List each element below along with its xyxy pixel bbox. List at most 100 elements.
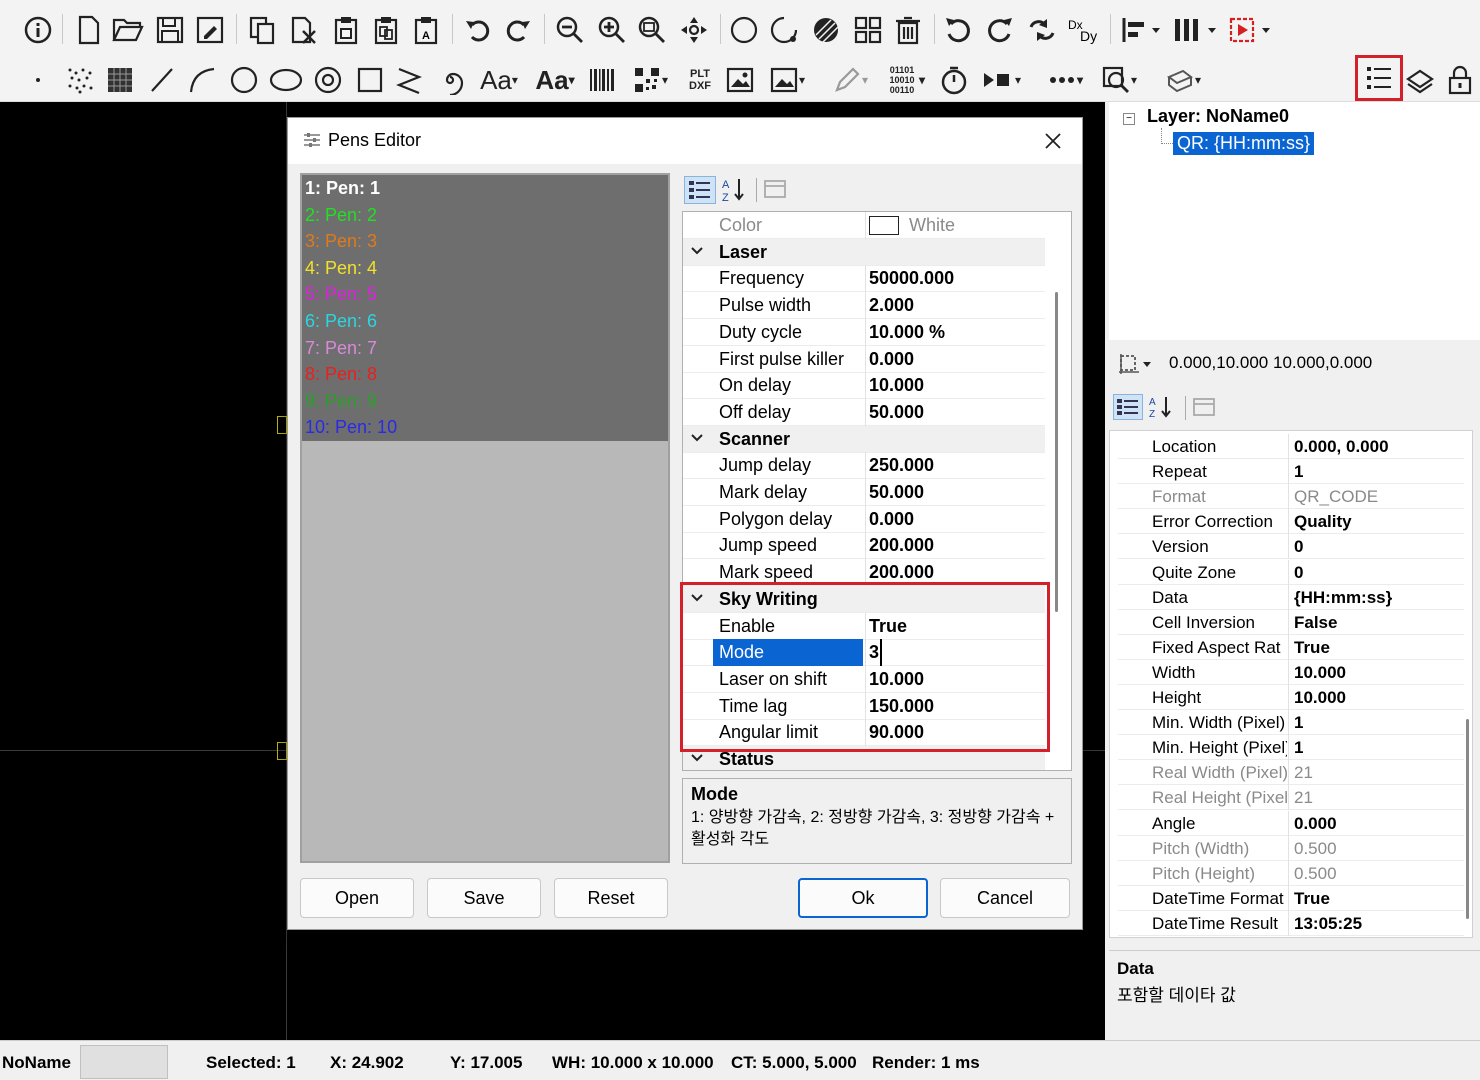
mode-value-input[interactable]: 3 — [869, 639, 883, 667]
hatch-icon[interactable] — [808, 12, 844, 48]
close-icon[interactable] — [1038, 126, 1068, 156]
property-row[interactable]: Mode 3 — [683, 639, 1045, 667]
entity-property-row[interactable]: Fixed Aspect Rat True — [1118, 634, 1464, 660]
new-file-icon[interactable] — [72, 12, 106, 48]
property-pages-icon[interactable] — [1191, 396, 1219, 420]
circle-icon[interactable] — [726, 12, 762, 48]
collapse-chevron-icon[interactable] — [689, 430, 705, 446]
collapse-chevron-icon[interactable] — [689, 750, 705, 766]
entity-property-row[interactable]: Cell Inversion False — [1118, 609, 1464, 635]
pan-icon[interactable] — [676, 12, 712, 48]
collapse-icon[interactable]: − — [1123, 113, 1135, 125]
pen-list-item[interactable]: 2: Pen: 2 — [305, 202, 377, 229]
pen-list[interactable]: 1: Pen: 1 2: Pen: 2 3: Pen: 3 4: Pen: 4 5: P… — [300, 173, 670, 863]
property-row[interactable]: Polygon delay 0.000 — [683, 505, 1045, 533]
binary-text-icon[interactable]: 01101 10010 00110 ▾ — [880, 62, 930, 98]
selection-handle[interactable] — [277, 416, 287, 434]
pen-list-item[interactable]: 5: Pen: 5 — [305, 281, 377, 308]
qr-entity-node[interactable]: QR: {HH:mm:ss} — [1173, 132, 1315, 155]
donut-icon[interactable] — [310, 62, 346, 98]
pen-list-item[interactable]: 10: Pen: 10 — [305, 414, 397, 441]
dxdy-icon[interactable]: Dx Dy — [1064, 12, 1104, 48]
property-category[interactable]: Status — [683, 746, 1045, 770]
property-row[interactable]: Mark speed 200.000 — [683, 559, 1045, 587]
rotate-cw-icon[interactable] — [982, 12, 1018, 48]
entity-property-row[interactable]: Pitch (Height) 0.500 — [1118, 860, 1464, 886]
selection-handle[interactable] — [277, 742, 287, 760]
pen-list-item[interactable]: 4: Pen: 4 — [305, 255, 377, 282]
zoom-window-icon[interactable] — [634, 12, 670, 48]
property-pages-icon[interactable] — [762, 178, 790, 202]
entity-property-row[interactable]: Error Correction Quality — [1118, 509, 1464, 535]
pen-list-item[interactable]: 6: Pen: 6 — [305, 308, 377, 335]
cancel-button[interactable]: Cancel — [940, 878, 1070, 918]
property-row[interactable]: Color White — [683, 212, 1045, 239]
image-options-icon[interactable]: ▾ — [762, 62, 812, 98]
mirror-icon[interactable] — [1022, 12, 1062, 48]
property-row[interactable]: Enable True — [683, 612, 1045, 640]
point-icon[interactable] — [28, 62, 48, 98]
timer-icon[interactable] — [936, 62, 972, 98]
alphabetical-view-icon[interactable]: AZ — [1147, 394, 1177, 420]
property-row[interactable]: Mark delay 50.000 — [683, 479, 1045, 506]
image-icon[interactable] — [722, 62, 758, 98]
polyline-icon[interactable] — [392, 62, 428, 98]
property-row[interactable]: On delay 10.000 — [683, 372, 1045, 400]
pen-list-item[interactable]: 1: Pen: 1 — [305, 175, 380, 202]
dots-pattern-icon[interactable] — [62, 62, 98, 98]
rotate-ccw-icon[interactable] — [940, 12, 976, 48]
pen-list-item[interactable]: 8: Pen: 8 — [305, 361, 377, 388]
entity-property-row[interactable]: Quite Zone 0 — [1118, 559, 1464, 585]
collapse-chevron-icon[interactable] — [689, 590, 705, 606]
distribute-icon[interactable] — [1170, 12, 1220, 48]
cut-icon[interactable] — [286, 12, 322, 48]
text-tool-icon[interactable]: Aa ▾ — [474, 62, 524, 98]
zoom-out-icon[interactable] — [552, 12, 588, 48]
more-icon[interactable]: ▾ — [1040, 62, 1090, 98]
entity-property-row[interactable]: Angle 0.000 — [1118, 810, 1464, 836]
entity-property-row[interactable]: DateTime Result 13:05:25 — [1118, 910, 1464, 936]
property-row[interactable]: Pulse width 2.000 — [683, 292, 1045, 320]
entity-property-row[interactable]: Width 10.000 — [1118, 659, 1464, 685]
line-icon[interactable] — [144, 62, 180, 98]
motf-icon[interactable]: ▾ — [976, 62, 1026, 98]
info-icon[interactable] — [20, 12, 56, 48]
layer-node[interactable]: Layer: NoName0 — [1147, 106, 1289, 127]
open-button[interactable]: Open — [300, 878, 414, 918]
arc-icon[interactable] — [184, 62, 220, 98]
entity-property-row[interactable]: Data {HH:mm:ss} — [1118, 584, 1464, 610]
text-bold-tool-icon[interactable]: Aa ▾ — [530, 62, 580, 98]
entity-property-row[interactable]: Min. Width (Pixel) 1 — [1118, 710, 1464, 736]
categorized-view-icon[interactable] — [1113, 394, 1143, 420]
entity-property-row[interactable]: Real Width (Pixel) 21 — [1118, 760, 1464, 786]
spiral-icon[interactable] — [432, 62, 468, 98]
entity-property-row[interactable]: Pitch (Width) 0.500 — [1118, 835, 1464, 861]
property-row[interactable]: Frequency 50000.000 — [683, 265, 1045, 293]
property-category[interactable]: Sky Writing — [683, 585, 1045, 613]
pen-list-item[interactable]: 3: Pen: 3 — [305, 228, 377, 255]
3d-icon[interactable]: ▾ — [1158, 62, 1208, 98]
property-grid-scrollbar[interactable] — [1466, 719, 1469, 919]
property-row[interactable]: Time lag 150.000 — [683, 692, 1045, 720]
rectangle-icon[interactable] — [352, 62, 388, 98]
entity-property-row[interactable]: Repeat 1 — [1118, 459, 1464, 485]
property-grid-scrollbar[interactable] — [1055, 292, 1058, 612]
entity-property-grid[interactable]: Location 0.000, 0.000 Repeat 1 Format QR_CODE… — [1109, 430, 1473, 938]
delete-icon[interactable] — [890, 12, 926, 48]
collapse-chevron-icon[interactable] — [689, 243, 705, 259]
pen-property-grid[interactable]: Color White Laser Frequency 50000.000 Pulse w… — [682, 211, 1072, 771]
redo-icon[interactable] — [500, 12, 536, 48]
undo-icon[interactable] — [460, 12, 496, 48]
entity-property-row[interactable]: Height 10.000 — [1118, 685, 1464, 710]
entity-property-row[interactable]: Location 0.000, 0.000 — [1118, 434, 1464, 459]
group-icon[interactable] — [850, 12, 886, 48]
pen-list-item[interactable]: 7: Pen: 7 — [305, 335, 377, 362]
property-row[interactable]: Jump delay 250.000 — [683, 452, 1045, 480]
property-row[interactable]: Angular limit 90.000 — [683, 719, 1045, 747]
barcode-icon[interactable] — [584, 62, 620, 98]
save-as-icon[interactable] — [192, 12, 228, 48]
lock-icon[interactable] — [1442, 62, 1478, 98]
paste-icon[interactable] — [328, 12, 364, 48]
circle-draw-icon[interactable] — [226, 62, 262, 98]
save-icon[interactable] — [152, 12, 188, 48]
